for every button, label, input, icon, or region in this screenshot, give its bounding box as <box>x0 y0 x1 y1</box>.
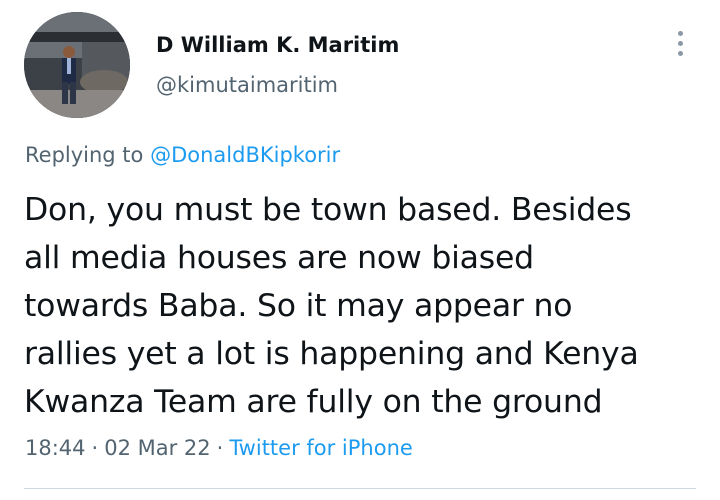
more-dot <box>677 30 683 36</box>
profile-photo-icon <box>24 12 130 118</box>
meta-separator: · <box>91 436 99 460</box>
tweet-metadata: 18:44 · 02 Mar 22 · Twitter for iPhone <box>25 436 413 460</box>
tweet-text-line: Kwanza Team are fully on the ground <box>24 384 603 420</box>
tweet-text-line: towards Baba. So it may appear no <box>24 288 573 324</box>
divider <box>24 488 696 489</box>
tweet-text: Don, you must be town based. Besides all… <box>24 186 694 426</box>
tweet-card: D William K. Maritim @kimutaimaritim Rep… <box>0 0 720 500</box>
replying-to: Replying to @DonaldBKipkorir <box>25 143 340 167</box>
meta-separator: · <box>216 436 224 460</box>
more-dot <box>677 40 683 46</box>
avatar[interactable] <box>24 12 130 118</box>
replying-prefix: Replying to <box>25 143 151 167</box>
author-name[interactable]: D William K. Maritim <box>156 33 399 57</box>
reply-mention-link[interactable]: @DonaldBKipkorir <box>150 143 340 167</box>
tweet-source-link[interactable]: Twitter for iPhone <box>229 436 413 460</box>
author-handle[interactable]: @kimutaimaritim <box>156 73 338 97</box>
tweet-date[interactable]: 02 Mar 22 <box>104 436 210 460</box>
more-options-icon[interactable] <box>668 26 692 60</box>
tweet-text-line: rallies yet a lot is happening and Kenya <box>24 336 639 372</box>
tweet-text-line: Don, you must be town based. Besides <box>24 192 632 228</box>
tweet-time[interactable]: 18:44 <box>25 436 86 460</box>
tweet-text-line: all media houses are now biased <box>24 240 534 276</box>
more-dot <box>677 50 683 56</box>
